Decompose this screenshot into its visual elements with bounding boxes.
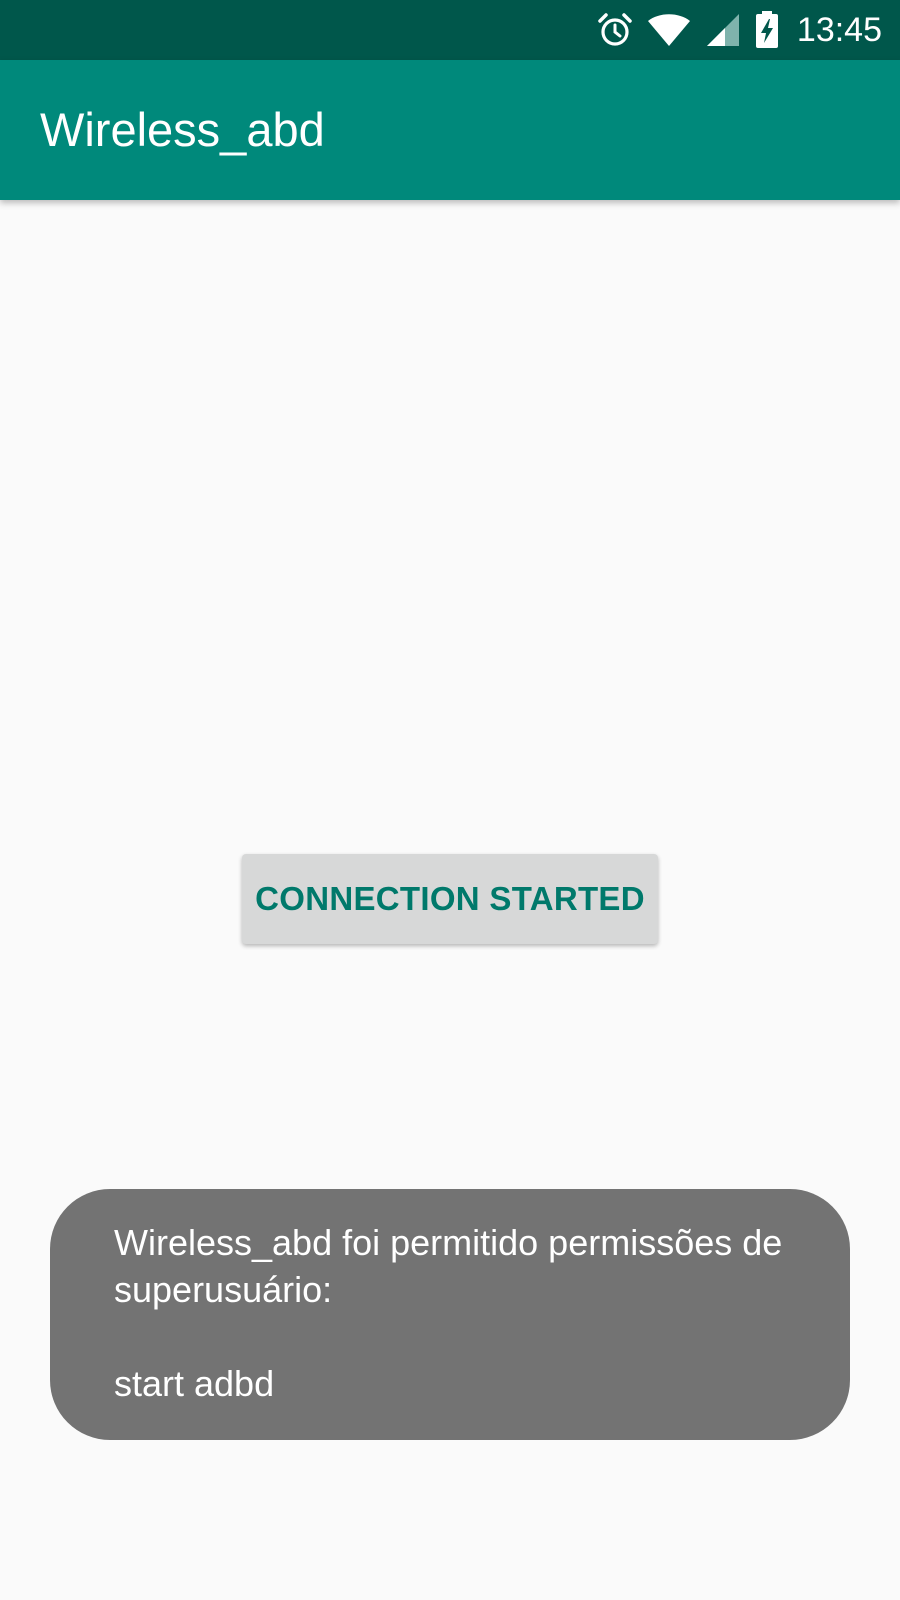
toast-line-1: Wireless_abd foi permitido permissões de…	[114, 1222, 783, 1310]
status-icons: 13:45	[583, 0, 882, 60]
status-bar: 13:45	[0, 0, 900, 60]
app-title: Wireless_abd	[40, 103, 325, 156]
toast-message: Wireless_abd foi permitido permissões de…	[50, 1189, 850, 1440]
connection-button-label: CONNECTION STARTED	[255, 880, 645, 917]
app-bar: Wireless_abd	[0, 60, 900, 200]
alarm-icon	[597, 12, 633, 48]
cell-signal-icon	[705, 12, 741, 48]
connection-button[interactable]: CONNECTION STARTED	[242, 854, 658, 944]
wifi-icon	[647, 12, 691, 48]
toast-line-2: start adbd	[114, 1363, 275, 1404]
status-time: 13:45	[796, 10, 882, 49]
toast-spacer	[114, 1313, 790, 1360]
battery-charging-icon	[755, 11, 779, 49]
